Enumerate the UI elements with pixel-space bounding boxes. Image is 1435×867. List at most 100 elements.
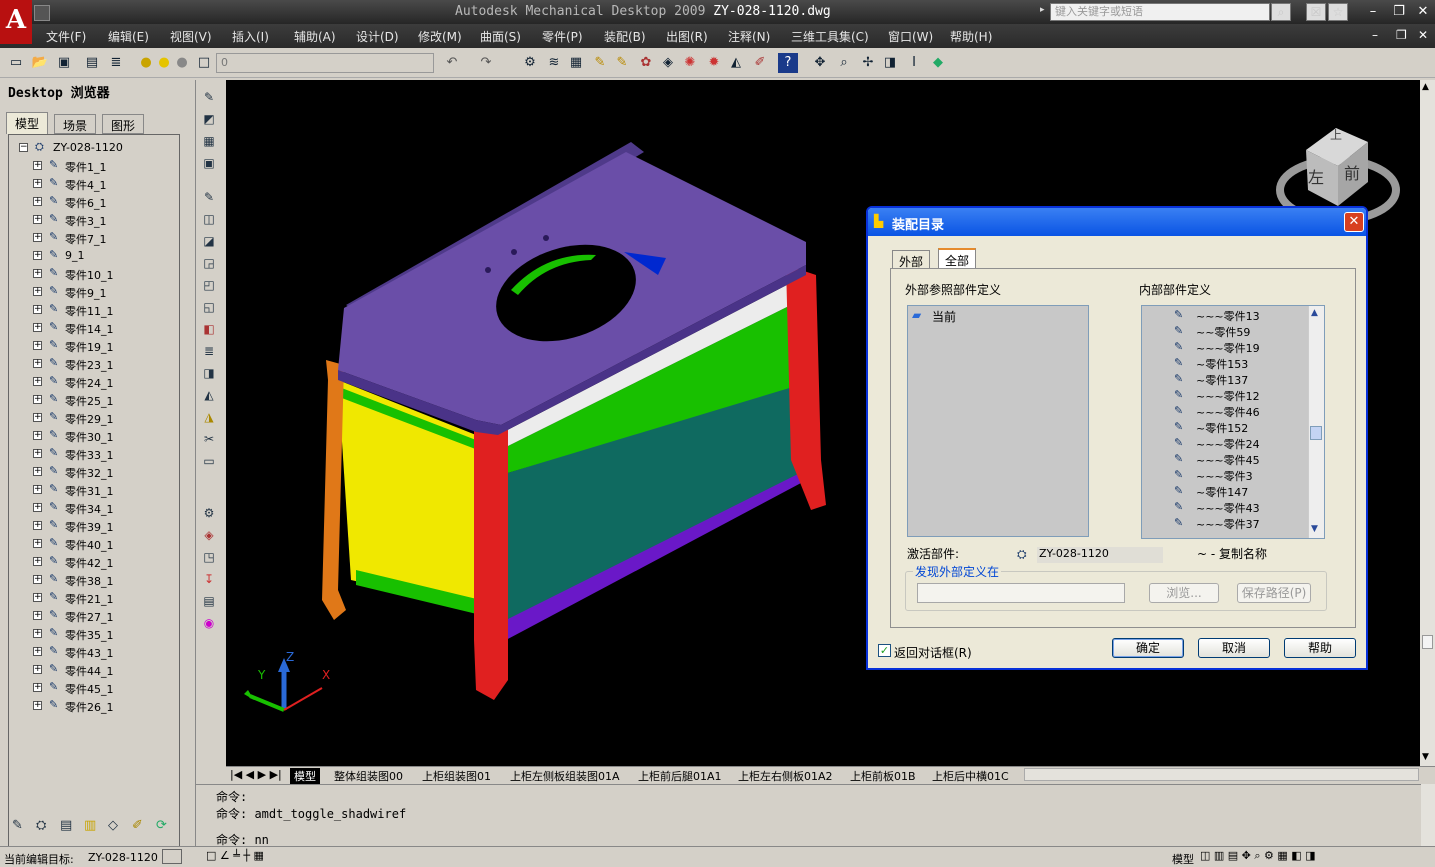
quick-access-button[interactable] (34, 5, 50, 21)
v-tool-15-icon[interactable]: ◮ (200, 408, 218, 426)
open-icon[interactable]: 📂 (30, 53, 50, 73)
status-model-label[interactable]: 模型 (1172, 851, 1194, 867)
color-icon[interactable]: □ (194, 53, 214, 73)
return-dialog-checkbox[interactable]: ✓ (878, 644, 891, 657)
menu-modify[interactable]: 修改(M) (418, 28, 462, 45)
v-tool-17-icon[interactable]: ▭ (200, 452, 218, 470)
status-toggle-1-icon[interactable] (162, 849, 182, 864)
search-input[interactable]: 键入关键字或短语 (1050, 3, 1270, 21)
cube-icon[interactable]: ◆ (928, 53, 948, 73)
expand-icon[interactable]: + (33, 593, 42, 602)
browser-notes-icon[interactable]: ▥ (84, 818, 96, 833)
menu-assist[interactable]: 辅助(A) (294, 28, 336, 45)
layout-tab-7[interactable]: 上柜后中横01C (932, 768, 1009, 784)
expand-icon[interactable]: + (33, 287, 42, 296)
part-tool-11-icon[interactable]: ✐ (750, 53, 770, 73)
expand-icon[interactable]: + (33, 161, 42, 170)
v-tool-10-icon[interactable]: ◱ (200, 298, 218, 316)
help-icon[interactable]: ? (778, 53, 798, 73)
expand-icon[interactable]: + (33, 557, 42, 566)
expand-icon[interactable]: + (33, 413, 42, 422)
layout-tab-2[interactable]: 上柜组装图01 (422, 768, 491, 784)
scroll-up-icon[interactable]: ▲ (1422, 82, 1429, 92)
dialog-titlebar[interactable]: ▙ 装配目录 ✕ (868, 208, 1366, 236)
redo-icon[interactable]: ↷ (476, 53, 496, 73)
restore-button[interactable]: ❐ (1388, 3, 1410, 21)
internal-list-item[interactable]: ✎ ~~~零件37 (1142, 516, 1306, 532)
part-tool-1-icon[interactable]: ⚙ (520, 53, 540, 73)
dialog-close-button[interactable]: ✕ (1344, 212, 1364, 232)
v-tool-20-icon[interactable]: ◳ (200, 548, 218, 566)
help-button[interactable]: 帮助 (1284, 638, 1356, 658)
menu-design[interactable]: 设计(D) (356, 28, 399, 45)
menu-window[interactable]: 窗口(W) (888, 28, 933, 45)
close-button[interactable]: ✕ (1412, 3, 1434, 21)
plot-icon[interactable]: ▤ (82, 53, 102, 73)
properties-icon[interactable]: ◨ (880, 53, 900, 73)
expand-icon[interactable]: + (33, 665, 42, 674)
expand-icon[interactable]: + (33, 467, 42, 476)
browser-view-icon[interactable]: ◇ (108, 818, 118, 833)
internal-list-item[interactable]: ✎ ~零件147 (1142, 484, 1306, 500)
browser-assembly-icon[interactable]: ⛭ (36, 818, 46, 833)
orbit-icon[interactable]: ✢ (858, 53, 878, 73)
v-tool-16-icon[interactable]: ✂ (200, 430, 218, 448)
browser-edit-icon[interactable]: ✐ (132, 818, 143, 833)
internal-list-item[interactable]: ✎ ~~~零件43 (1142, 500, 1306, 516)
expand-icon[interactable]: + (33, 503, 42, 512)
menu-assembly[interactable]: 装配(B) (604, 28, 646, 45)
list-scroll-down-icon[interactable]: ▼ (1311, 524, 1318, 534)
ok-button[interactable]: 确定 (1112, 638, 1184, 658)
scroll-thumb[interactable] (1422, 635, 1433, 649)
tab-scene[interactable]: 场景 (54, 114, 97, 134)
menu-surface[interactable]: 曲面(S) (480, 28, 521, 45)
v-tool-18-icon[interactable]: ⚙ (200, 504, 218, 522)
list-scroll-up-icon[interactable]: ▲ (1311, 308, 1318, 318)
dialog-tab-external[interactable]: 外部 (892, 250, 931, 270)
discover-path-input[interactable] (917, 583, 1125, 603)
internal-list-item[interactable]: ✎ ~~~零件45 (1142, 452, 1306, 468)
internal-list-item[interactable]: ✎ ~~~零件19 (1142, 340, 1306, 356)
scroll-down-icon[interactable]: ▼ (1422, 752, 1429, 762)
expand-icon[interactable]: + (33, 701, 42, 710)
v-tool-2-icon[interactable]: ◩ (200, 110, 218, 128)
layout-tab-5[interactable]: 上柜左右侧板01A2 (738, 768, 833, 784)
expand-icon[interactable]: + (33, 233, 42, 242)
menu-drawing[interactable]: 出图(R) (666, 28, 708, 45)
part-tool-6-icon[interactable]: ✿ (636, 53, 656, 73)
menu-edit[interactable]: 编辑(E) (108, 28, 149, 45)
v-tool-7-icon[interactable]: ◪ (200, 232, 218, 250)
lock-icon[interactable]: ● (172, 53, 192, 73)
browse-button[interactable]: 浏览... (1149, 583, 1219, 603)
internal-list-item[interactable]: ✎ ~~~零件24 (1142, 436, 1306, 452)
v-tool-22-icon[interactable]: ▤ (200, 592, 218, 610)
layout-tab-model[interactable]: 模型 (290, 768, 320, 784)
new-icon[interactable]: ▭ (6, 53, 26, 73)
v-tool-5-icon[interactable]: ✎ (200, 188, 218, 206)
tab-model[interactable]: 模型 (6, 112, 49, 134)
browser-update-icon[interactable]: ⟳ (156, 818, 167, 833)
v-tool-6-icon[interactable]: ◫ (200, 210, 218, 228)
menu-file[interactable]: 文件(F) (46, 28, 86, 45)
expand-icon[interactable]: + (33, 431, 42, 440)
expand-icon[interactable]: + (33, 647, 42, 656)
menu-help[interactable]: 帮助(H) (950, 28, 992, 45)
expand-icon[interactable]: + (33, 683, 42, 692)
layout-tab-4[interactable]: 上柜前后腿01A1 (638, 768, 722, 784)
part-tool-3-icon[interactable]: ▦ (566, 53, 586, 73)
layout-nav-icon[interactable]: |◀ ◀ ▶ ▶| (230, 768, 282, 781)
part-tool-7-icon[interactable]: ◈ (658, 53, 678, 73)
expand-icon[interactable]: + (33, 521, 42, 530)
v-tool-14-icon[interactable]: ◭ (200, 386, 218, 404)
menu-3d-toolkit[interactable]: 三维工具集(C) (791, 28, 869, 45)
command-line[interactable]: 命令: 命令: amdt_toggle_shadwiref 命令: nn (196, 784, 1421, 847)
internal-list-item[interactable]: ✎ ~零件137 (1142, 372, 1306, 388)
zoom-icon[interactable]: ⌕ (834, 53, 854, 73)
favorites-icon[interactable]: ☆ (1328, 3, 1348, 21)
layer-select[interactable]: 0 (216, 53, 434, 73)
internal-list-item[interactable]: ✎ ~零件152 (1142, 420, 1306, 436)
expand-icon[interactable]: + (33, 395, 42, 404)
application-menu-button[interactable]: A (0, 0, 32, 44)
dialog-tab-all[interactable]: 全部 (938, 248, 977, 270)
expand-icon[interactable]: + (33, 611, 42, 620)
